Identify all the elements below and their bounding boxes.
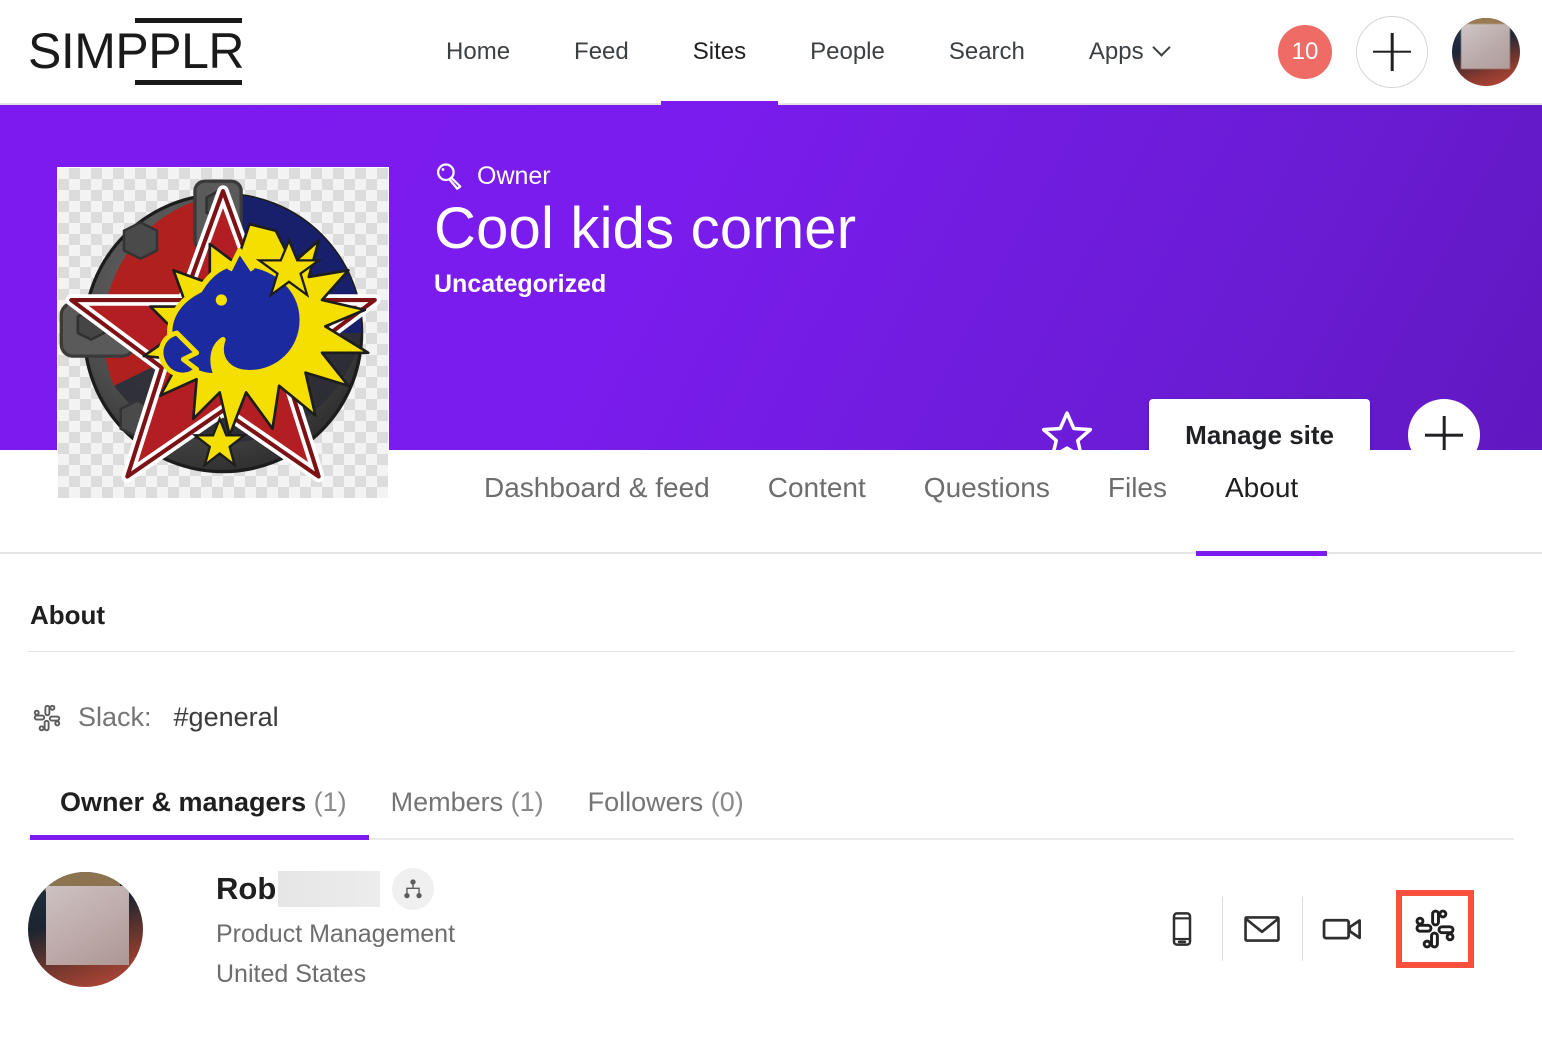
subtab-owner-and-managers[interactable]: Owner & managers (1) — [30, 787, 369, 840]
site-logo — [57, 167, 389, 499]
site-banner: Owner Cool kids corner Uncategorized Man… — [0, 105, 1542, 499]
org-chart-button[interactable] — [392, 868, 435, 910]
tab-files[interactable]: Files — [1079, 450, 1196, 554]
slack-channel-value[interactable]: #general — [174, 702, 279, 733]
slack-channel-row: Slack: #general — [28, 652, 1514, 743]
video-camera-icon — [1322, 918, 1361, 940]
tab-questions[interactable]: Questions — [895, 450, 1079, 554]
about-panel: About Slack: #general Owner & managers (… — [0, 554, 1542, 990]
tab-content[interactable]: Content — [739, 450, 895, 554]
nav-item-home[interactable]: Home — [414, 0, 542, 103]
site-title: Cool kids corner — [434, 196, 857, 261]
subtab-members-label: Members — [390, 787, 504, 817]
avatar-redaction — [1460, 24, 1510, 70]
site-visibility-label: Owner — [477, 161, 551, 190]
site-header-text: Owner Cool kids corner Uncategorized — [434, 161, 856, 299]
people-subtabs: Owner & managers (1) Members (1) Followe… — [28, 787, 1514, 840]
nav-item-apps[interactable]: Apps — [1057, 0, 1200, 103]
video-call-button[interactable] — [1302, 893, 1382, 965]
avatar[interactable] — [28, 871, 143, 987]
person-name-row: Rob — [216, 868, 455, 910]
simpplr-logo[interactable]: SIMPPLR — [28, 16, 245, 88]
nav-item-search[interactable]: Search — [917, 0, 1057, 103]
about-section-title: About — [30, 600, 106, 630]
primary-navigation: Home Feed Sites People Search Apps — [414, 0, 1200, 105]
subtab-followers-count: (0) — [710, 787, 744, 817]
global-header: SIMPPLR Home Feed Sites People Search Ap… — [0, 0, 1542, 105]
tab-dashboard-and-feed[interactable]: Dashboard & feed — [455, 450, 739, 554]
slack-icon — [33, 704, 61, 731]
list-item: Rob Product Management United States — [28, 840, 1514, 990]
slack-icon — [1415, 909, 1455, 949]
call-mobile-button[interactable] — [1142, 893, 1222, 965]
subtab-owner-and-managers-label: Owner & managers — [60, 787, 307, 817]
subtab-followers[interactable]: Followers (0) — [566, 787, 766, 838]
chevron-down-icon — [1151, 38, 1171, 57]
send-email-button[interactable] — [1222, 893, 1302, 965]
logo-bar-top — [135, 17, 242, 23]
nav-item-apps-label: Apps — [1088, 37, 1144, 65]
site-visibility: Owner — [434, 161, 856, 191]
plus-icon — [1373, 33, 1411, 71]
person-info: Rob Product Management United States — [216, 868, 455, 990]
subtab-members-count: (1) — [510, 787, 544, 817]
logo-text: SIMPPLR — [28, 22, 245, 79]
notification-badge[interactable]: 10 — [1278, 24, 1332, 79]
person-name-redaction — [278, 871, 381, 907]
subtab-members[interactable]: Members (1) — [369, 787, 566, 838]
nav-item-sites[interactable]: Sites — [660, 0, 779, 105]
nav-item-feed[interactable]: Feed — [542, 0, 661, 103]
subtab-followers-label: Followers — [587, 787, 704, 817]
plus-icon — [1425, 416, 1463, 454]
person-location: United States — [216, 960, 367, 988]
magnifying-glass-icon — [437, 163, 462, 190]
envelope-icon — [1244, 916, 1280, 942]
header-actions: 10 — [1278, 15, 1542, 88]
logo-bar-bottom — [135, 79, 242, 85]
person-name[interactable]: Rob — [216, 871, 276, 907]
site-category: Uncategorized — [434, 270, 607, 299]
wolf-star-badge-logo — [59, 179, 381, 483]
subtab-owner-and-managers-count: (1) — [313, 787, 347, 817]
create-new-button[interactable] — [1356, 15, 1428, 88]
user-avatar[interactable] — [1452, 17, 1520, 86]
slack-message-button[interactable] — [1396, 890, 1474, 968]
slack-label: Slack: — [78, 702, 152, 732]
mobile-phone-icon — [1172, 912, 1192, 946]
nav-item-people[interactable]: People — [778, 0, 917, 103]
person-actions — [1142, 890, 1514, 968]
avatar-redaction — [46, 886, 130, 965]
person-department: Product Management — [216, 920, 456, 948]
tab-about[interactable]: About — [1196, 450, 1328, 556]
org-chart-icon — [404, 879, 422, 899]
